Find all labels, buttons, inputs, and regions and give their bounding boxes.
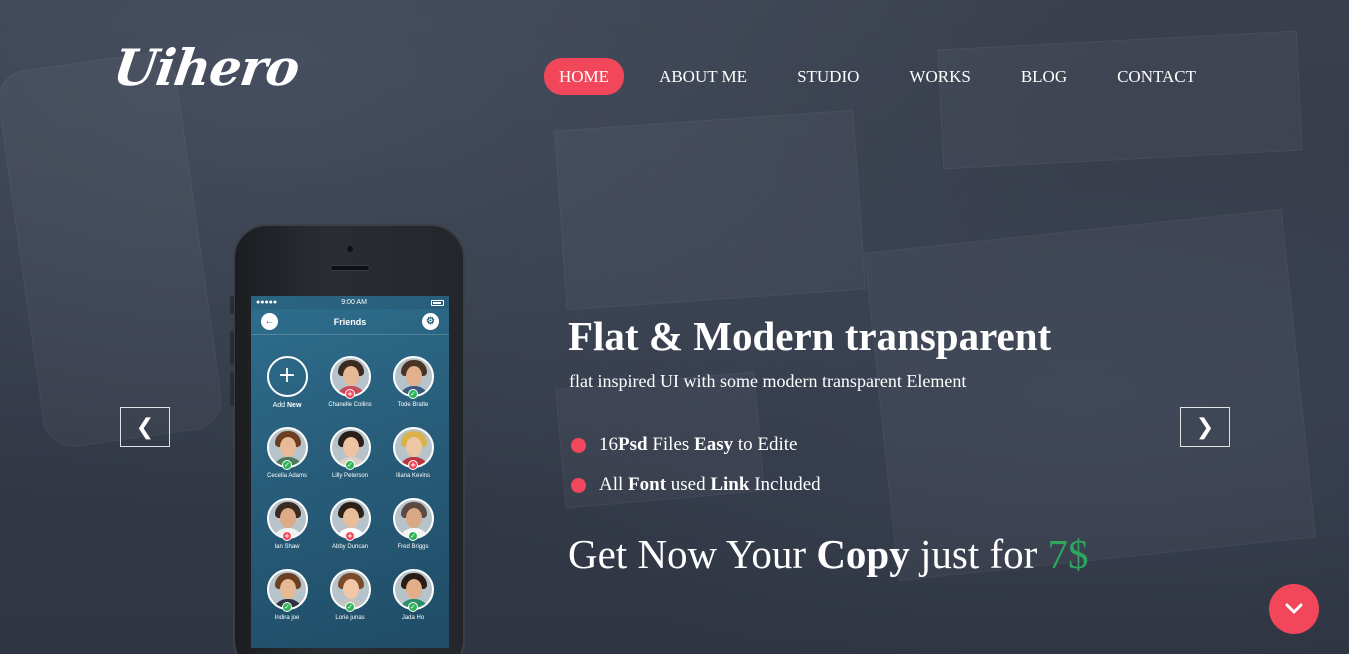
hero-title: Flat & Modern transparent (568, 313, 1052, 359)
friend-item[interactable]: ✓ Cecelia Adams (256, 427, 318, 479)
slider-next-button[interactable]: ❯ (1180, 407, 1230, 447)
check-icon: ✓ (282, 602, 292, 612)
phone-side-button (230, 372, 234, 406)
add-new-label: Add New (272, 402, 302, 409)
friend-name: Indira joe (274, 615, 300, 621)
check-icon: ✓ (345, 602, 355, 612)
friend-item[interactable]: ✓ Tode Bratte (382, 356, 444, 408)
friend-item[interactable]: ✓ Lilly Peterson (319, 427, 381, 479)
price: 7$ (1047, 531, 1089, 577)
phone-speaker (330, 265, 370, 271)
friend-item[interactable]: + Iliana Kevins (382, 427, 444, 479)
scroll-down-button[interactable] (1269, 584, 1319, 634)
friend-item[interactable]: + Chanelle Collins (319, 356, 381, 408)
phone-mockup: ●●●●● 9:00 AM ← Friends ⚙ + Add New + Cha… (230, 224, 465, 654)
nav-contact[interactable]: CONTACT (1102, 58, 1211, 95)
signal-icon: ●●●●● (256, 299, 278, 306)
nav-home[interactable]: HOME (544, 58, 625, 95)
feature-item: All Font used Link Included (571, 473, 821, 497)
status-time: 9:00 AM (341, 299, 367, 306)
phone-status-bar: ●●●●● 9:00 AM (251, 296, 449, 309)
feature-item: 16 Psd Files Easy to Edite (571, 433, 821, 457)
chevron-right-icon: ❯ (1195, 414, 1215, 440)
friend-name: Lorie junas (335, 615, 365, 621)
gear-icon: ⚙ (421, 313, 439, 330)
chevron-left-icon: ❮ (135, 414, 155, 440)
friend-name: Lilly Peterson (331, 473, 369, 479)
background-blur-shape (937, 30, 1303, 170)
plus-badge-icon: + (345, 531, 355, 541)
friend-item[interactable]: ✓ Fred Briggs (382, 498, 444, 550)
friend-item[interactable]: ✓ Indira joe (256, 569, 318, 621)
friend-item[interactable]: + Abby Duncan (319, 498, 381, 550)
check-icon: ✓ (345, 460, 355, 470)
slider-prev-button[interactable]: ❮ (120, 407, 170, 447)
friend-name: Cecelia Adams (266, 473, 308, 479)
main-nav: HOME ABOUT ME STUDIO WORKS BLOG CONTACT (544, 58, 1231, 95)
plus-icon: + (266, 356, 308, 397)
plus-badge-icon: + (345, 389, 355, 399)
nav-studio[interactable]: STUDIO (782, 58, 874, 95)
site-logo[interactable]: Uihero (110, 38, 303, 97)
battery-icon (430, 299, 444, 306)
friend-name: Jada Ho (401, 615, 425, 621)
chevron-down-icon (1285, 603, 1303, 614)
plus-badge-icon: + (408, 460, 418, 470)
plus-badge-icon: + (282, 531, 292, 541)
check-icon: ✓ (408, 389, 418, 399)
friend-name: Ian Shaw (274, 544, 300, 550)
friend-item[interactable]: ✓ Lorie junas (319, 569, 381, 621)
friend-item[interactable]: + Ian Shaw (256, 498, 318, 550)
call-to-action: Get Now Your Copy just for 7$ (568, 531, 1089, 577)
friend-name: Iliana Kevins (395, 473, 431, 479)
nav-about-me[interactable]: ABOUT ME (644, 58, 762, 95)
friend-item[interactable]: ✓ Jada Ho (382, 569, 444, 621)
phone-screen: ●●●●● 9:00 AM ← Friends ⚙ + Add New + Cha… (251, 296, 449, 648)
background-blur-shape (863, 208, 1317, 582)
hero-subtitle: flat inspired UI with some modern transp… (569, 371, 967, 391)
friend-name: Chanelle Collins (328, 402, 372, 408)
nav-blog[interactable]: BLOG (1006, 58, 1082, 95)
check-icon: ✓ (408, 602, 418, 612)
background-blur-shape (554, 109, 866, 311)
friend-name: Fred Briggs (397, 544, 429, 550)
bullet-dot-icon (571, 437, 586, 453)
phone-camera (347, 246, 353, 252)
background-blur-shape (0, 49, 226, 451)
friend-name: Abby Duncan (331, 544, 369, 550)
feature-list: 16 Psd Files Easy to Edite All Font used … (571, 433, 821, 513)
back-icon: ← (261, 313, 278, 330)
phone-side-button (230, 331, 234, 365)
friend-name: Tode Bratte (397, 402, 429, 408)
check-icon: ✓ (408, 531, 418, 541)
bullet-dot-icon (571, 477, 586, 493)
phone-app-bar: ← Friends ⚙ (251, 309, 449, 335)
app-title: Friends (333, 316, 367, 327)
phone-side-button (230, 296, 234, 314)
nav-works[interactable]: WORKS (894, 58, 985, 95)
check-icon: ✓ (282, 460, 292, 470)
add-new-friend: + Add New (256, 356, 318, 409)
